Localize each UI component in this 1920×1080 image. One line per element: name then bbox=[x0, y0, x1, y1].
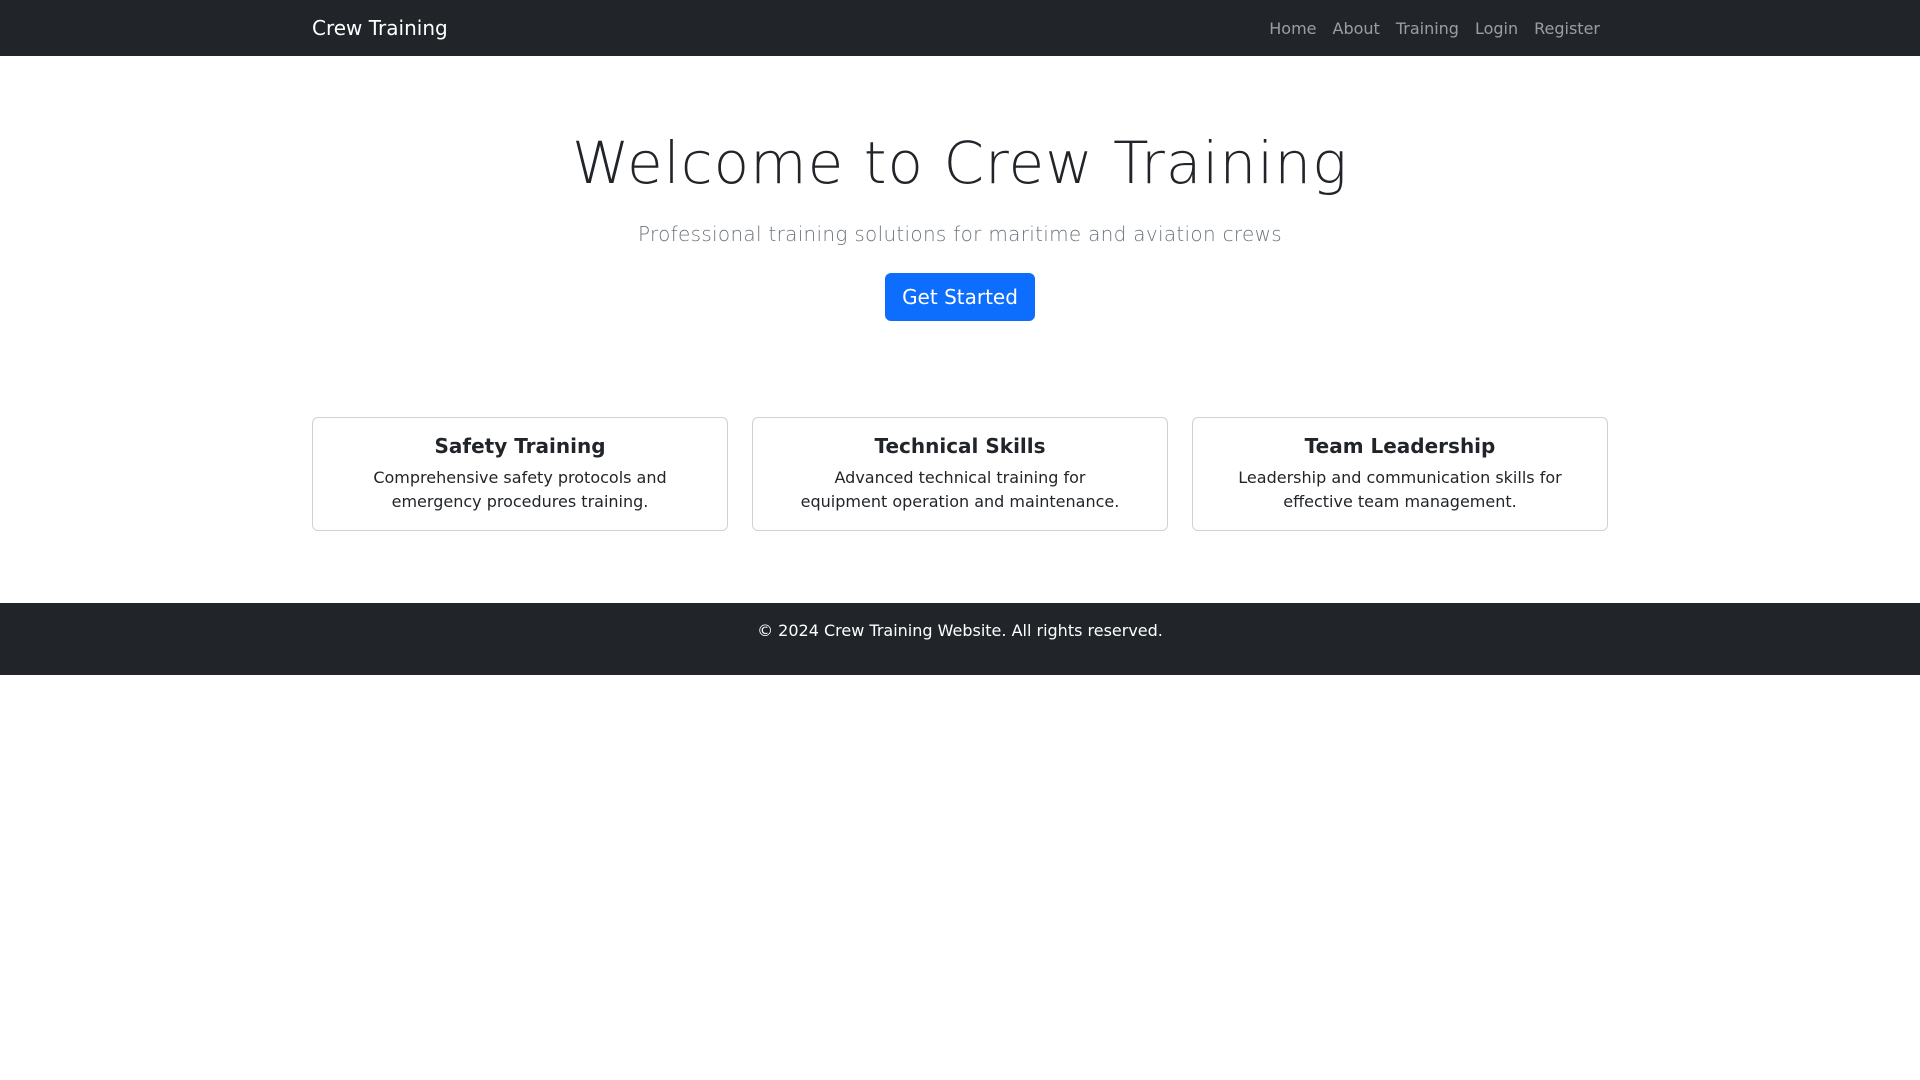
card-text: Advanced technical training for equipmen… bbox=[800, 468, 1120, 511]
footer: © 2024 Crew Training Website. All rights… bbox=[0, 603, 1920, 675]
navbar: Crew Training Home About Training Login … bbox=[0, 0, 1920, 56]
card-title: Safety Training bbox=[434, 434, 606, 458]
nav-item-login: Login bbox=[1467, 11, 1526, 46]
features-row: Safety Training Comprehensive safety pro… bbox=[312, 417, 1608, 531]
navbar-container: Crew Training Home About Training Login … bbox=[312, 0, 1608, 56]
card-team-leadership: Team Leadership Leadership and communica… bbox=[1192, 417, 1608, 531]
nav-links: Home About Training Login Register bbox=[1261, 11, 1608, 46]
nav-link-training[interactable]: Training bbox=[1388, 11, 1467, 46]
brand-link[interactable]: Crew Training bbox=[312, 16, 448, 40]
nav-item-register: Register bbox=[1526, 11, 1608, 46]
footer-copyright: © 2024 Crew Training Website. All rights… bbox=[757, 621, 1163, 640]
nav-link-register[interactable]: Register bbox=[1526, 11, 1608, 46]
nav-link-about[interactable]: About bbox=[1325, 11, 1388, 46]
card-text: Comprehensive safety protocols and emerg… bbox=[373, 468, 667, 511]
nav-item-home: Home bbox=[1261, 11, 1324, 46]
card-title: Technical Skills bbox=[874, 434, 1046, 458]
hero-title: Welcome to Crew Training bbox=[572, 129, 1348, 197]
card-technical-skills: Technical Skills Advanced technical trai… bbox=[752, 417, 1168, 531]
get-started-button[interactable]: Get Started bbox=[885, 273, 1035, 321]
card-text: Leadership and communication skills for … bbox=[1238, 468, 1562, 511]
nav-item-training: Training bbox=[1388, 11, 1467, 46]
card-safety-training: Safety Training Comprehensive safety pro… bbox=[312, 417, 728, 531]
nav-link-home[interactable]: Home bbox=[1261, 11, 1324, 46]
hero-subtitle: Professional training solutions for mari… bbox=[638, 222, 1282, 246]
card-title: Team Leadership bbox=[1304, 434, 1496, 458]
nav-item-about: About bbox=[1325, 11, 1388, 46]
nav-link-login[interactable]: Login bbox=[1467, 11, 1526, 46]
